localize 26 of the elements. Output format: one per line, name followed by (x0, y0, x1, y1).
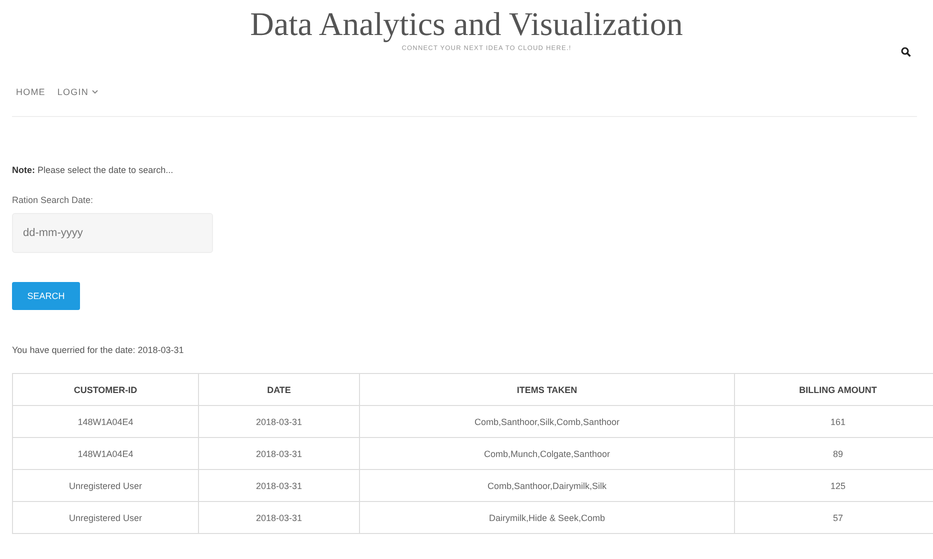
field-label: Ration Search Date: (12, 195, 94, 205)
site-title: Data Analytics and Visualization (250, 6, 683, 44)
table-cell: 148W1A04E4 (12, 406, 198, 438)
search-icon[interactable] (901, 47, 911, 57)
column-header: ITEMS TAKEN (360, 374, 734, 406)
table-cell: Comb,Munch,Colgate,Santhoor (360, 438, 734, 470)
table-cell: 2018-03-31 (198, 502, 360, 534)
table-cell: 148W1A04E4 (12, 438, 198, 470)
table-cell: Unregistered User (12, 502, 198, 534)
table-cell: Comb,Santhoor,Silk,Comb,Santhoor (360, 406, 734, 438)
nav-link[interactable]: HOME (16, 87, 46, 97)
date-field[interactable]: dd-mm-yyyy (12, 213, 213, 253)
column-header: DATE (198, 374, 360, 406)
table-cell: 2018-03-31 (198, 406, 360, 438)
caret-icon (92, 90, 98, 94)
nav-link[interactable]: LOGIN (57, 87, 98, 97)
column-header: BILLING AMOUNT (734, 374, 933, 406)
search-button[interactable]: SEARCH (12, 282, 80, 310)
query-text: You have querried for the date: 2018-03-31 (12, 345, 185, 355)
table-cell: Unregistered User (12, 470, 198, 502)
column-header: CUSTOMER-ID (12, 374, 198, 406)
note-text: Note: Please select the date to search... (12, 165, 174, 175)
table-cell: Comb,Santhoor,Dairymilk,Silk (360, 470, 734, 502)
table-cell: 2018-03-31 (198, 438, 360, 470)
table-cell: 2018-03-31 (198, 470, 360, 502)
table-cell: Dairymilk,Hide & Seek,Comb (360, 502, 734, 534)
